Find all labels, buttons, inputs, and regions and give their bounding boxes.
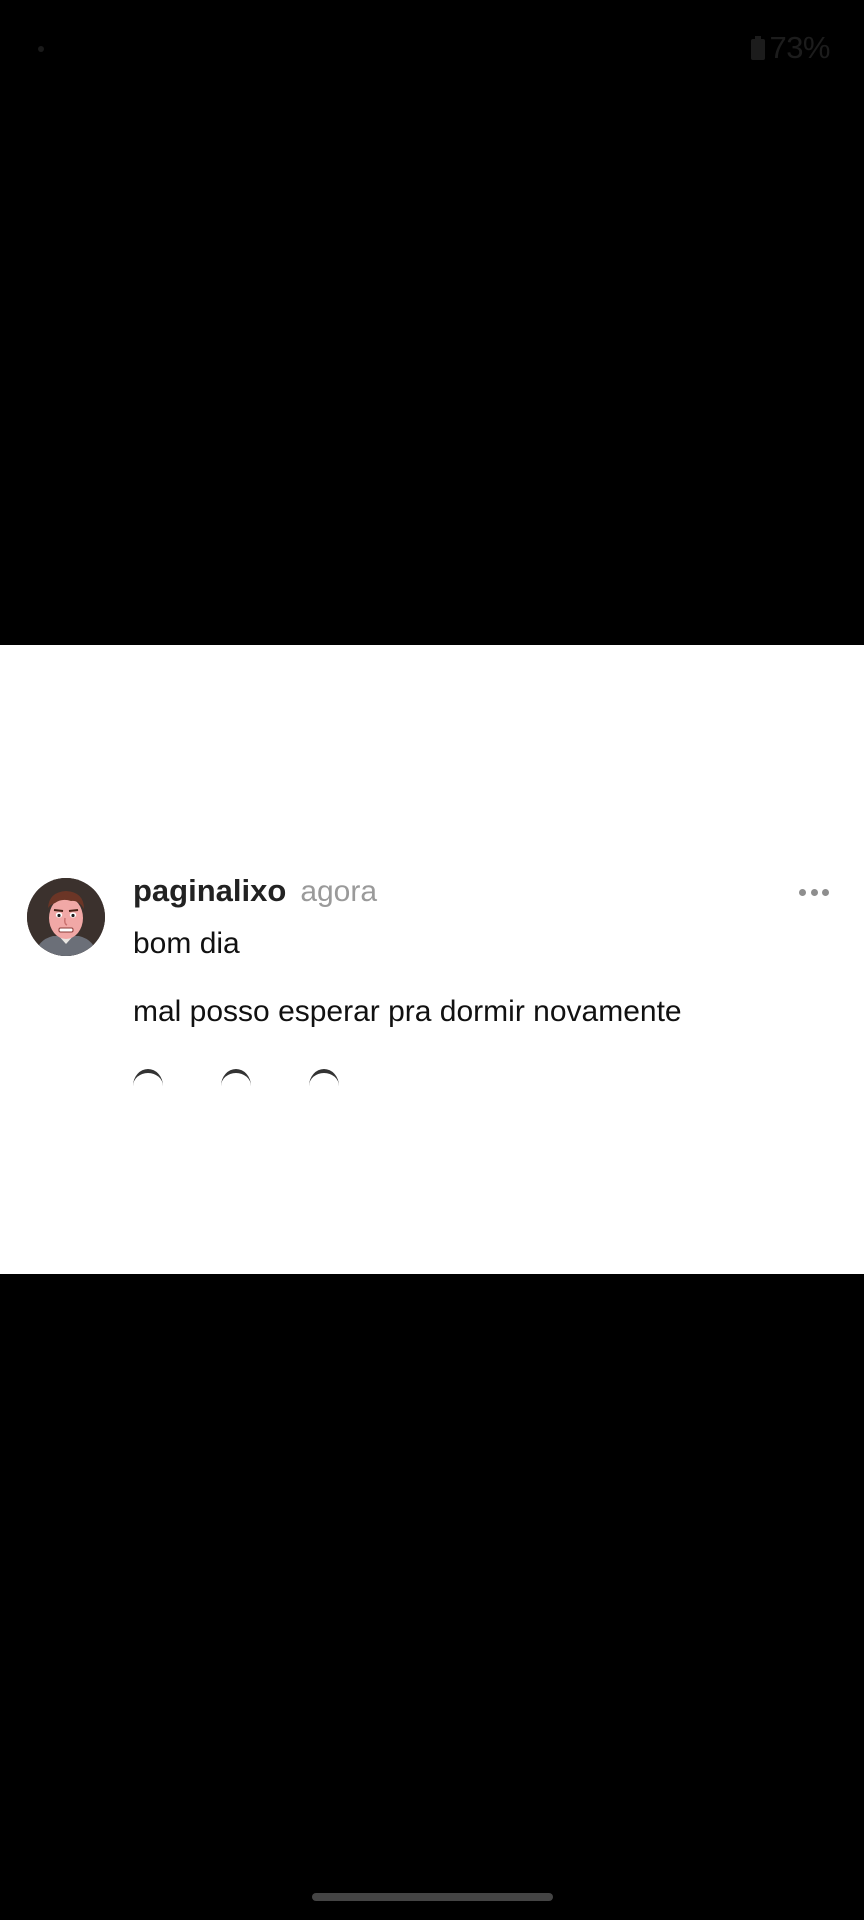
more-options-button[interactable] (799, 885, 829, 899)
post-text-line: bom dia (133, 927, 240, 960)
avatar[interactable] (27, 878, 105, 956)
post-header: paginalixo agora (133, 873, 377, 909)
post-action-row (133, 1063, 339, 1075)
post-text-line: mal posso esperar pra dormir novamente (133, 995, 682, 1028)
avatar-face-icon (27, 878, 105, 956)
home-indicator[interactable] (312, 1893, 553, 1901)
more-dot-icon (799, 888, 806, 896)
post-timestamp: agora (300, 875, 378, 908)
battery-percent: 73% (769, 30, 830, 65)
more-dot-icon (810, 888, 818, 896)
repost-icon[interactable] (309, 1069, 339, 1103)
like-icon[interactable] (133, 1069, 163, 1103)
status-bar: 73% (0, 0, 864, 100)
username[interactable]: paginalixo (133, 873, 286, 909)
comment-icon[interactable] (221, 1069, 251, 1103)
battery-status: 73% (751, 30, 830, 66)
status-indicator-icon (38, 46, 44, 52)
more-dot-icon (822, 888, 829, 896)
post-card: paginalixo agora bom dia mal posso esper… (0, 645, 864, 1274)
battery-icon (751, 36, 766, 60)
